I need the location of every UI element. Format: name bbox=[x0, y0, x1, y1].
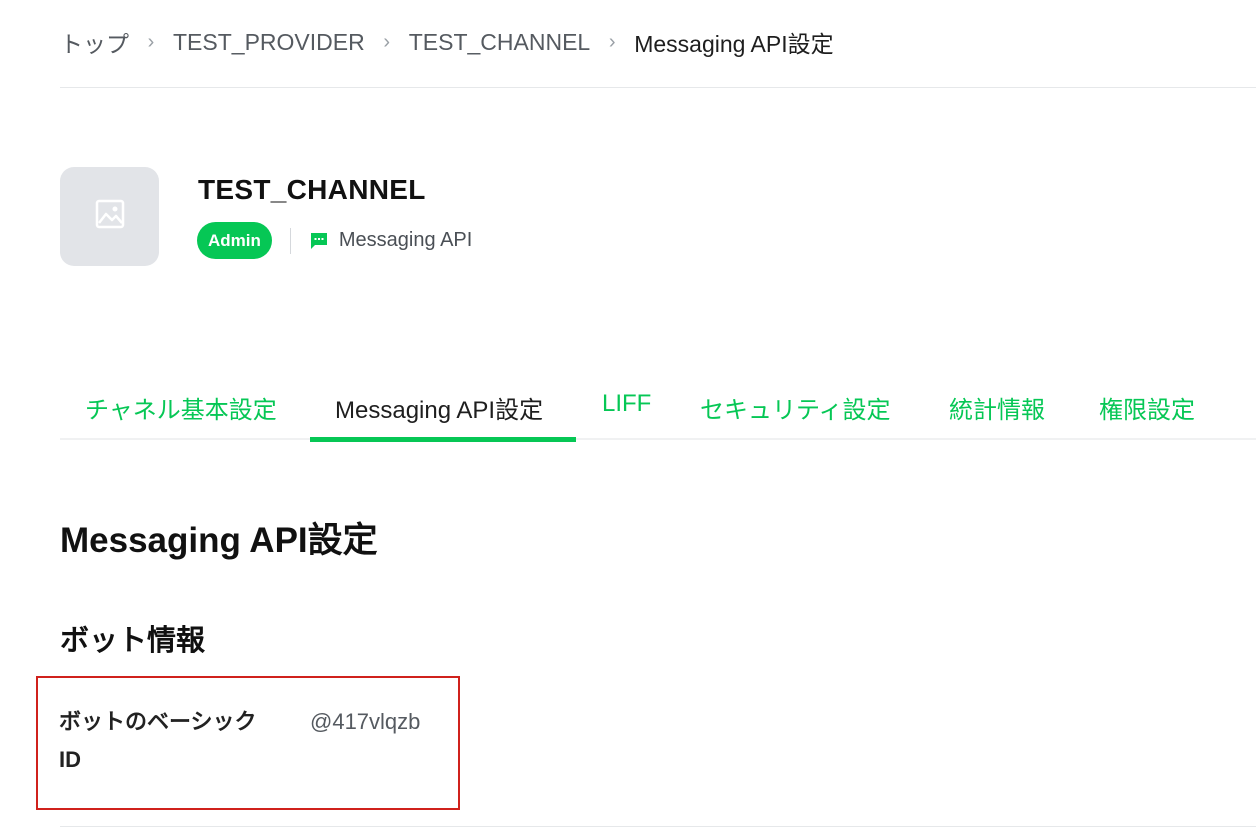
breadcrumb-current: Messaging API設定 bbox=[634, 31, 834, 57]
channel-type-label: Messaging API bbox=[338, 229, 473, 251]
tab-permission-settings[interactable]: 権限設定 bbox=[1099, 390, 1195, 425]
tabs-baseline bbox=[60, 438, 1256, 440]
role-badge: Admin bbox=[197, 222, 272, 259]
chevron-right-icon: › bbox=[147, 30, 155, 53]
channel-type: Messaging API bbox=[309, 229, 472, 252]
tab-liff[interactable]: LIFF bbox=[602, 390, 651, 418]
breadcrumb-provider-link[interactable]: TEST_PROVIDER bbox=[173, 29, 365, 56]
breadcrumb: トップ › TEST_PROVIDER › TEST_CHANNEL › Mes… bbox=[60, 26, 834, 58]
chevron-right-icon: › bbox=[608, 30, 616, 53]
breadcrumb-top-link[interactable]: トップ bbox=[60, 25, 129, 59]
section-title-bot-info: ボット情報 bbox=[60, 625, 206, 657]
channel-tabs: チャネル基本設定 Messaging API設定 LIFF セキュリティ設定 統… bbox=[60, 370, 1256, 443]
channel-name: TEST_CHANNEL bbox=[198, 174, 426, 205]
tab-messaging-api-settings[interactable]: Messaging API設定 bbox=[335, 390, 543, 425]
chat-bubble-icon bbox=[309, 231, 329, 251]
row-divider bbox=[60, 826, 1256, 827]
bot-basic-id-value: @417vlqzb bbox=[310, 709, 421, 734]
breadcrumb-channel-link[interactable]: TEST_CHANNEL bbox=[409, 29, 590, 56]
tab-channel-basic-settings[interactable]: チャネル基本設定 bbox=[85, 390, 277, 425]
bot-basic-id-label: ボットのベーシック ID bbox=[59, 703, 299, 779]
tab-statistics[interactable]: 統計情報 bbox=[949, 390, 1045, 425]
bot-basic-id-label-line2: ID bbox=[59, 747, 81, 772]
active-tab-indicator bbox=[310, 437, 576, 442]
channel-thumbnail bbox=[60, 167, 159, 266]
channel-meta: Admin Messaging API bbox=[197, 222, 472, 259]
bot-basic-id-label-line1: ボットのベーシック bbox=[59, 709, 257, 734]
tab-security-settings[interactable]: セキュリティ設定 bbox=[700, 390, 891, 425]
chevron-right-icon: › bbox=[383, 30, 391, 53]
page-title: Messaging API設定 bbox=[60, 521, 378, 560]
meta-divider bbox=[289, 227, 291, 254]
image-placeholder-icon bbox=[95, 199, 125, 234]
header-divider bbox=[60, 87, 1256, 88]
